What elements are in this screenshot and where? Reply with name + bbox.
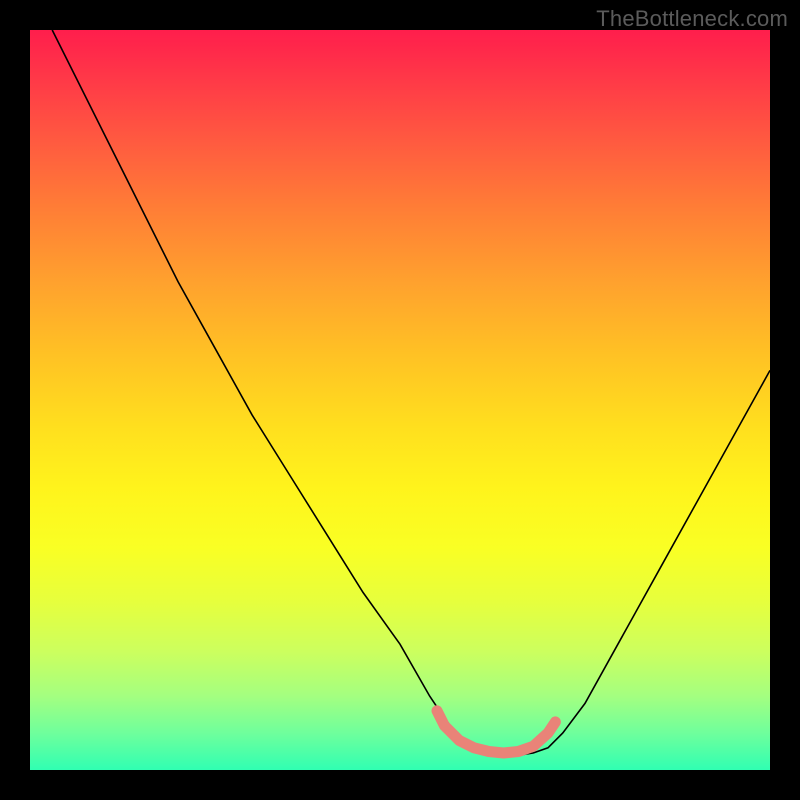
chart-svg — [30, 30, 770, 770]
watermark-text: TheBottleneck.com — [596, 6, 788, 32]
chart-frame: TheBottleneck.com — [0, 0, 800, 800]
valley-highlight-path — [437, 711, 555, 753]
bottleneck-curve-path — [52, 30, 770, 755]
plot-area — [30, 30, 770, 770]
